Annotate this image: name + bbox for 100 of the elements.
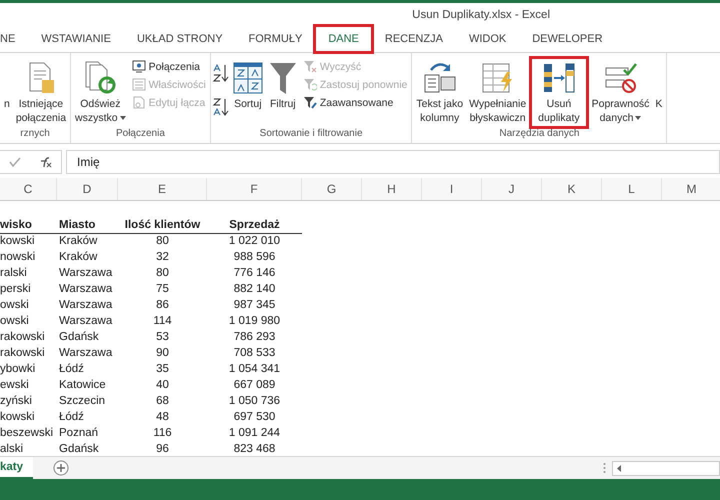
table-cell-text: 776 146 — [232, 266, 276, 281]
column-header[interactable]: E — [118, 178, 207, 200]
horizontal-scrollbar[interactable] — [612, 460, 720, 476]
ribbon-button[interactable]: Sortuj — [230, 57, 265, 128]
sheet-tab[interactable]: katy — [0, 457, 34, 479]
table-cell-text: Gdańsk — [58, 330, 100, 345]
table-cell-text: 53 — [155, 330, 170, 345]
table-cell-text: Warszawa — [58, 298, 114, 313]
sort-grid-icon — [232, 62, 263, 94]
checkmark-icon[interactable] — [8, 157, 21, 167]
table-cell-text: 1 022 010 — [228, 234, 282, 249]
column-header[interactable]: M — [662, 178, 720, 200]
table-cell-text: 80 — [155, 234, 170, 249]
table-cell-text: 1 091 244 — [228, 426, 282, 441]
ribbon-small-button[interactable]: Zaawansowane — [300, 95, 410, 110]
table-cell-text: Warszawa — [58, 282, 114, 297]
formula-input-field[interactable]: Imię — [66, 150, 720, 174]
table-cell-text: 1 050 736 — [228, 394, 282, 409]
column-header[interactable]: K — [542, 178, 602, 200]
header-cell: wisko — [0, 217, 57, 234]
table-cell-text: 96 — [155, 442, 170, 456]
ribbon-tab[interactable]: NE — [0, 26, 28, 52]
column-header[interactable]: G — [302, 178, 362, 200]
remove-duplicates-icon — [542, 62, 576, 94]
column-header[interactable]: J — [482, 178, 542, 200]
ribbon-button[interactable]: Poprawność danych — [590, 57, 652, 128]
column-header[interactable]: I — [422, 178, 482, 200]
table-cell-text: 86 — [155, 298, 170, 313]
table-cell-text: 32 — [155, 250, 170, 265]
sort-descending-icon[interactable] — [212, 97, 229, 117]
table-cell-text: 1 054 341 — [228, 362, 282, 377]
column-header[interactable]: D — [57, 178, 118, 200]
table-cell-text: 35 — [155, 362, 170, 377]
header-cell: Sprzedaż — [207, 217, 302, 234]
ribbon-button[interactable]: n — [2, 57, 12, 128]
ribbon-group-label: Sortowanie i filtrowanie — [258, 128, 364, 141]
filter-reapply-icon — [302, 78, 317, 91]
table-cell-text: Warszawa — [58, 266, 114, 281]
add-sheet-icon[interactable] — [53, 460, 70, 476]
table-cell-text: 80 — [155, 266, 170, 281]
table-cell-text: zyński — [0, 394, 33, 409]
table-cell-text: nowski — [0, 250, 36, 265]
table-cell-text: 697 530 — [232, 410, 276, 425]
table-cell-text: alski — [0, 442, 24, 456]
table-cell-text: owski — [0, 314, 30, 329]
table-cell-text: Szczecin — [58, 394, 106, 409]
column-header[interactable]: F — [207, 178, 302, 200]
table-cell-text: 1 019 980 — [228, 314, 282, 329]
ribbon-button[interactable]: Wypełnianie błyskawiczn — [467, 57, 528, 128]
table-cell-text: 988 596 — [232, 250, 276, 265]
ribbon-tab[interactable]: RECENZJA — [372, 26, 456, 52]
ribbon-button[interactable]: Istniejące połączenia — [14, 57, 68, 128]
table-cell-text: 667 089 — [232, 378, 276, 393]
table-cell-text: kowski — [0, 410, 36, 425]
ribbon-tab[interactable]: WSTAWIANIE — [28, 26, 124, 52]
header-cell: Miasto — [57, 217, 118, 234]
ribbon-tab[interactable]: DANE — [315, 26, 372, 52]
table-cell-text: 987 345 — [232, 298, 276, 313]
table-cell-text: perski — [0, 282, 32, 297]
table-cell-text: Kraków — [58, 250, 98, 265]
flash-fill-icon — [480, 62, 515, 94]
table-cell-text: 48 — [155, 410, 170, 425]
table-cell-text: 90 — [155, 346, 170, 361]
table-cell-text: Warszawa — [58, 314, 114, 329]
ribbon-tab[interactable]: FORMUŁY — [236, 26, 316, 52]
ribbon-group-label: rznych — [19, 128, 51, 141]
table-cell-text: 68 — [155, 394, 170, 409]
column-header[interactable]: C — [0, 178, 57, 200]
data-validation-icon — [604, 62, 638, 94]
column-header[interactable]: H — [362, 178, 422, 200]
monitor-icon — [132, 60, 146, 73]
splitter-icon[interactable] — [603, 462, 606, 474]
ribbon-tab[interactable]: DEWELOPER — [519, 26, 616, 52]
table-cell-text: Łódź — [58, 362, 85, 377]
ribbon-tab[interactable]: WIDOK — [456, 26, 520, 52]
table-cell-text: 708 533 — [232, 346, 276, 361]
ribbon-button[interactable]: Tekst jako kolumny — [414, 57, 466, 128]
list-icon — [132, 78, 146, 91]
table-cell-text: Łódź — [58, 410, 85, 425]
table-cell-text: rakowski — [0, 346, 46, 361]
ribbon-group-label: Połączenia — [114, 128, 166, 141]
ribbon-button[interactable]: Filtruj — [266, 57, 299, 128]
table-cell-text: ralski — [0, 266, 28, 281]
ribbon-small-button[interactable]: Połączenia — [130, 59, 208, 74]
ribbon-button[interactable]: Odśwież wszystko — [73, 57, 128, 128]
table-cell-text: rakowski — [0, 330, 46, 345]
table-cell-text: owski — [0, 298, 30, 313]
table-cell-text: 786 293 — [232, 330, 276, 345]
filter-advanced-icon — [302, 96, 317, 109]
table-cell-text: beszewski — [0, 426, 54, 441]
ribbon-group-label: Narzędzia danych — [498, 128, 580, 141]
column-header[interactable]: L — [602, 178, 662, 200]
table-cell-text: 75 — [155, 282, 170, 297]
ribbon-button[interactable]: Usuń duplikaty — [530, 57, 588, 128]
function-icon[interactable] — [38, 156, 52, 168]
ribbon-tab[interactable]: UKŁAD STRONY — [124, 26, 236, 52]
table-cell-text: Katowice — [58, 378, 107, 393]
table-cell-text: 823 468 — [232, 442, 276, 456]
sort-ascending-icon[interactable] — [212, 63, 229, 83]
ribbon-button[interactable]: K — [653, 57, 664, 128]
